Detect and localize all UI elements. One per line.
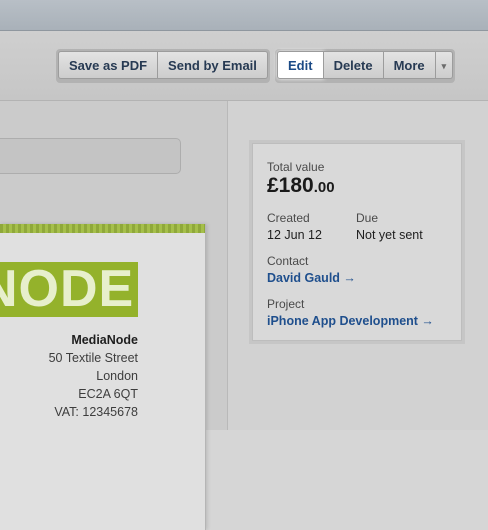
send-by-email-button[interactable]: Send by Email (158, 51, 268, 79)
address-street: 50 Textile Street (48, 351, 138, 365)
company-name: MediaNode (71, 333, 138, 347)
address-postcode: EC2A 6QT (78, 387, 138, 401)
vat-number: VAT: 12345678 (54, 405, 138, 419)
invoice-document: NODE MediaNode 50 Textile Street London … (0, 224, 206, 530)
more-button[interactable]: More (383, 51, 436, 79)
invoice-header-stripe (0, 224, 205, 233)
due-status: Not yet sent (356, 228, 423, 242)
total-value-amount: £180 (267, 174, 314, 197)
export-button-group: Save as PDF Send by Email (56, 49, 270, 83)
total-value-label: Total value (267, 160, 325, 174)
project-label: Project (267, 297, 305, 311)
action-toolbar: Save as PDF Send by Email Edit Delete Mo… (0, 31, 488, 101)
delete-button[interactable]: Delete (323, 51, 384, 79)
save-as-pdf-button[interactable]: Save as PDF (58, 51, 159, 79)
document-header-bar[interactable] (0, 138, 181, 174)
invoice-summary-card: Total value £180.00 Created 12 Jun 12 Du… (252, 143, 462, 341)
address-city: London (96, 369, 138, 383)
due-label: Due (356, 211, 379, 225)
details-sidebar: Total value £180.00 Created 12 Jun 12 Du… (228, 101, 488, 430)
company-logo-text: NODE (0, 262, 135, 317)
contact-link[interactable]: David Gauld → (267, 271, 356, 285)
window-top-bar (0, 0, 488, 31)
edit-button-group: Edit Delete More ▾ (275, 49, 456, 83)
total-value-cents: .00 (313, 179, 335, 196)
company-address: MediaNode 50 Textile Street London EC2A … (49, 331, 138, 421)
created-label: Created (267, 211, 310, 225)
contact-label: Contact (267, 254, 309, 268)
invoice-preview-pane: NODE MediaNode 50 Textile Street London … (0, 101, 228, 530)
edit-button[interactable]: Edit (277, 51, 324, 79)
more-dropdown-icon[interactable]: ▾ (435, 51, 454, 79)
total-value: £180.00 (267, 174, 335, 198)
project-link[interactable]: iPhone App Development → (267, 314, 434, 328)
company-logo: NODE (0, 262, 138, 317)
created-date: 12 Jun 12 (267, 228, 322, 242)
